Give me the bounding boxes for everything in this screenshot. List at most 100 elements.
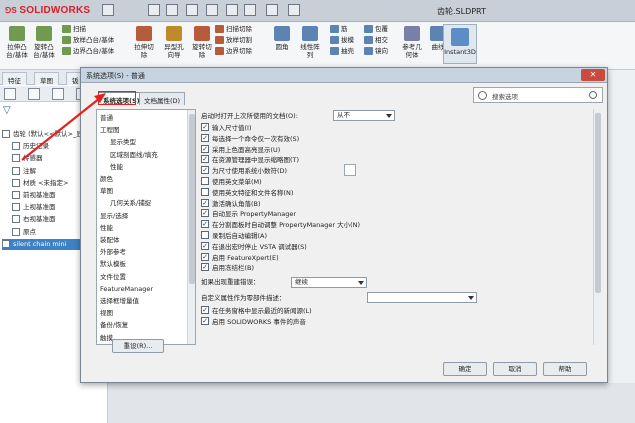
checkbox-checked[interactable]: ✓ [201,252,209,261]
ribbon-extrude-cut-button[interactable]: 拉伸切 除 [130,26,158,59]
checkbox-checked[interactable]: ✓ [201,316,209,325]
ribbon-small-button[interactable]: 放样切割 [215,36,252,44]
option-row[interactable]: ✓ 输入尺寸值(I) [201,123,252,133]
ribbon-small-button[interactable]: 包覆 [364,25,388,33]
ribbon-small-button[interactable]: 扫描 [62,25,86,33]
filter-icon[interactable]: ▽ [3,105,11,116]
category-item[interactable]: 性能 [110,162,123,172]
checkbox-checked[interactable]: ✓ [201,241,209,250]
checkbox-unchecked[interactable] [201,231,209,239]
option-row[interactable]: ✓ 在退出宏时停止 VSTA 调试器(S) [201,241,307,252]
cancel-button[interactable]: 取消 [493,362,537,376]
option-row[interactable]: ✓ 在分割面板时自动调整 PropertyManager 大小(N) [201,220,360,230]
ribbon-hole-wizard-button[interactable]: 异型孔 向导 [160,26,188,59]
ribbon-revolve-cut-button[interactable]: 旋转切 除 [188,26,216,59]
checkbox-checked[interactable]: ✓ [201,123,209,131]
option-row[interactable]: ✓ 为尺寸使用系统小数符(D) [201,166,287,176]
print-icon[interactable] [206,4,218,16]
ribbon-small-button[interactable]: 筋 [330,25,348,33]
ribbon-small-button[interactable]: 相交 [364,36,388,44]
option-row[interactable]: 使用英文菜单(M) [201,177,262,187]
instant3d-button[interactable]: Instant3D [443,24,477,64]
ribbon-small-button[interactable]: 扫描切除 [215,25,252,33]
help-button[interactable]: 帮助 [543,362,587,376]
ribbon-reference-geometry-button[interactable]: 参考几 何体 [398,26,426,59]
search-options-input[interactable]: 搜索选项 [473,87,603,103]
reset-button[interactable]: 重设(R)... [112,339,164,353]
category-item[interactable]: 文件位置 [100,272,126,282]
category-item[interactable]: 区域剖面线/填充 [110,150,158,160]
option-row[interactable]: ✓ 启用冻结栏(B) [201,263,254,273]
tab-sketch[interactable]: 草图 [34,72,59,85]
new-document-icon[interactable] [148,4,160,16]
select-icon[interactable] [244,4,256,16]
ribbon-small-button[interactable]: 边界切除 [215,47,252,55]
checkbox-checked[interactable]: ✓ [201,166,209,175]
option-row[interactable]: ✓ 采用上色面高亮显示(U) [201,144,280,155]
checkbox-checked[interactable]: ✓ [201,306,209,314]
save-icon[interactable] [186,4,198,16]
checkbox-checked[interactable]: ✓ [201,220,209,229]
category-item[interactable]: 装配体 [100,235,120,245]
category-scroll-thumb[interactable] [189,114,195,284]
option-row[interactable]: 录制后自动编辑(A) [201,231,267,241]
checkbox-checked[interactable]: ✓ [201,144,209,153]
checkbox-checked[interactable]: ✓ [201,209,209,218]
option-row[interactable]: ✓ 激活确认角落(B) [201,198,261,209]
feature-tree-icon[interactable] [4,88,16,100]
open-last-doc-select[interactable]: 从不 [333,110,395,121]
checkbox-unchecked[interactable] [201,187,209,196]
extrude-cut-icon [136,26,152,41]
options-gear-icon[interactable] [288,4,300,16]
revolve-boss-icon [36,26,52,41]
tab-document-properties[interactable]: 文档属性(D) [139,92,186,105]
category-item[interactable]: FeatureManager [100,284,153,294]
checkbox-checked[interactable]: ✓ [201,263,209,272]
checkbox-unchecked[interactable] [201,177,209,185]
close-icon[interactable]: ✕ [581,69,605,81]
checkbox-checked[interactable]: ✓ [201,133,209,142]
option-row[interactable]: 使用英文特征和文件名称(N) [201,187,293,198]
rebuild-icon[interactable] [266,4,278,16]
category-item[interactable]: 颜色 [100,174,113,184]
category-item[interactable]: 草图 [100,186,113,196]
category-list[interactable]: 普通 工程图 显示类型 区域剖面线/填充 性能 颜色 草图 几何关系/捕捉 显示/选择 性能 装配体… [96,109,196,345]
custom-property-select[interactable] [367,292,477,303]
option-row[interactable]: ✓ 每选择一个命令仅一次有效(S) [201,133,299,144]
category-item[interactable]: 选择框增量值 [100,296,139,306]
ribbon-small-button[interactable]: 边界凸台/基体 [62,47,114,55]
option-row[interactable]: ✓ 启用 FeatureXpert(E) [201,252,279,263]
options-scrollbar[interactable] [593,109,601,345]
option-row[interactable]: ✓ 启用 SOLIDWORKS 事件的声音 [201,316,306,327]
ribbon-linear-pattern-button[interactable]: 线性阵 列 [296,26,324,59]
options-scroll-thumb[interactable] [595,113,601,293]
category-scrollbar[interactable] [187,110,195,344]
category-item[interactable]: 显示类型 [110,137,136,147]
ribbon-extrude-boss-button[interactable]: 拉伸凸 台/基体 [3,26,31,59]
ribbon-small-button[interactable]: 抽壳 [330,47,354,55]
checkbox-checked[interactable]: ✓ [201,155,209,164]
category-item[interactable]: 性能 [100,223,113,233]
ribbon-revolve-boss-button[interactable]: 旋转凸 台/基体 [30,26,58,59]
ribbon-small-button[interactable]: 放样凸台/基体 [62,36,114,44]
category-item[interactable]: 几何关系/捕捉 [110,198,151,208]
rebuild-error-select[interactable]: 继续 [291,277,367,288]
open-folder-icon[interactable] [166,4,178,16]
tab-features[interactable]: 特征 [2,72,27,85]
ribbon-fillet-button[interactable]: 圆角 [268,26,296,51]
category-item[interactable]: 视图 [100,308,113,318]
home-icon[interactable] [102,4,114,16]
undo-icon[interactable] [226,4,238,16]
ok-button[interactable]: 确定 [443,362,487,376]
ribbon-small-button[interactable]: 拔模 [330,36,354,44]
option-row[interactable]: ✓ 在任务窗格中显示最近的新闻源(L) [201,306,312,316]
option-row[interactable]: ✓ 自动显示 PropertyManager [201,209,296,219]
ribbon-small-button[interactable]: 镜向 [364,47,388,55]
category-item[interactable]: 默认模板 [100,259,126,269]
category-item[interactable]: 外部参考 [100,247,126,257]
annotation-arrow [21,93,106,161]
option-row[interactable]: ✓ 在资源管理器中显示缩略图(T) [201,155,299,165]
category-item[interactable]: 显示/选择 [100,211,128,221]
checkbox-checked[interactable]: ✓ [201,198,209,207]
category-item[interactable]: 备份/恢复 [100,320,128,330]
